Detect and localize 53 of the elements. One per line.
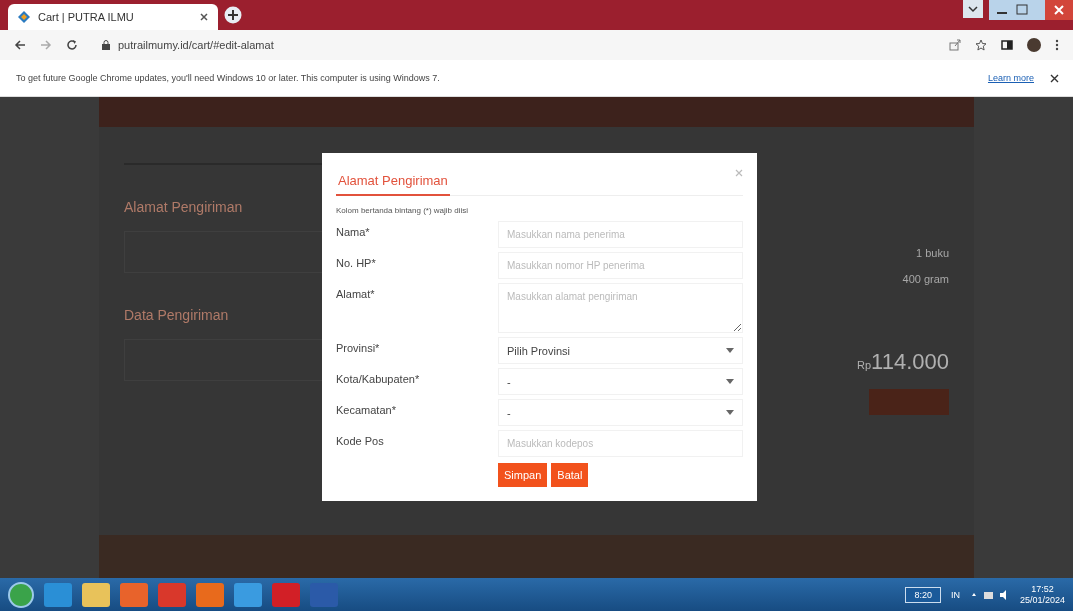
caret-icon (726, 410, 734, 415)
summary-value: 400 gram (902, 273, 949, 285)
learn-more-link[interactable]: Learn more (987, 73, 1034, 83)
language-indicator[interactable]: IN (950, 589, 960, 600)
caret-icon (726, 379, 734, 384)
input-field[interactable]: Masukkan nama penerima (498, 221, 743, 248)
site-logo-icon (18, 11, 30, 23)
dialog-button[interactable]: Simpan (498, 463, 548, 487)
star-icon[interactable] (975, 39, 987, 51)
battery-indicator: 8:20 (905, 586, 941, 603)
chevron-down-icon[interactable] (963, 0, 983, 18)
field-label: Kota/Kabupaten* (336, 372, 421, 387)
clock-date: 25/01/2024 (1019, 594, 1065, 606)
start-button[interactable] (8, 581, 34, 608)
caret-icon (726, 348, 734, 353)
textarea-field[interactable]: Masukkan alamat pengiriman (498, 283, 743, 333)
profile-avatar[interactable] (1027, 38, 1041, 52)
input-field[interactable]: Masukkan nomor HP penerima (498, 252, 743, 279)
summary-value: 1 buku (915, 247, 949, 259)
tab-title: Cart | PUTRA ILMU (38, 11, 135, 23)
field-label: Nama* (336, 225, 371, 240)
forward-arrow-icon[interactable] (40, 39, 52, 51)
taskbar-app-icon[interactable] (82, 582, 110, 607)
field-label: Kode Pos (336, 434, 385, 449)
field-label: No. HP* (336, 256, 377, 271)
dropdown[interactable]: - (498, 399, 743, 426)
dropdown[interactable]: Pilih Provinsi (498, 337, 743, 364)
more-menu-icon[interactable] (1055, 39, 1059, 51)
clock-time: 17:52 (1031, 583, 1054, 595)
new-tab-icon[interactable] (224, 6, 242, 24)
back-arrow-icon[interactable] (14, 39, 26, 51)
close-icon[interactable] (200, 13, 208, 21)
required-note: Kolom bertanda bintang (*) wajib diisi (336, 206, 470, 215)
browser-tab[interactable]: Cart | PUTRA ILMU (8, 4, 218, 30)
window-controls-icon[interactable] (989, 0, 1073, 20)
section-heading: Alamat Pengiriman (124, 199, 243, 215)
reload-icon[interactable] (66, 39, 78, 51)
field-label: Provinsi* (336, 341, 381, 356)
total-price: Rp114.000 (857, 349, 949, 375)
share-icon[interactable] (949, 39, 961, 51)
checkout-button[interactable] (869, 389, 949, 415)
field-label: Kecamatan* (336, 403, 397, 418)
side-panel-icon[interactable] (1001, 39, 1013, 51)
section-heading: Data Pengiriman (124, 307, 229, 323)
lock-icon (102, 40, 110, 50)
dialog-title: Alamat Pengiriman (336, 163, 450, 196)
update-message: To get future Google Chrome updates, you'll need Windows 10 or later. This computer is using Windows 7. (16, 73, 441, 83)
close-icon[interactable] (1050, 73, 1059, 83)
field-label: Alamat* (336, 287, 376, 302)
taskbar-app-icon[interactable] (234, 582, 262, 607)
dialog-button[interactable]: Batal (551, 463, 589, 487)
dropdown[interactable]: - (498, 368, 743, 395)
input-field[interactable]: Masukkan kodepos (498, 430, 743, 457)
